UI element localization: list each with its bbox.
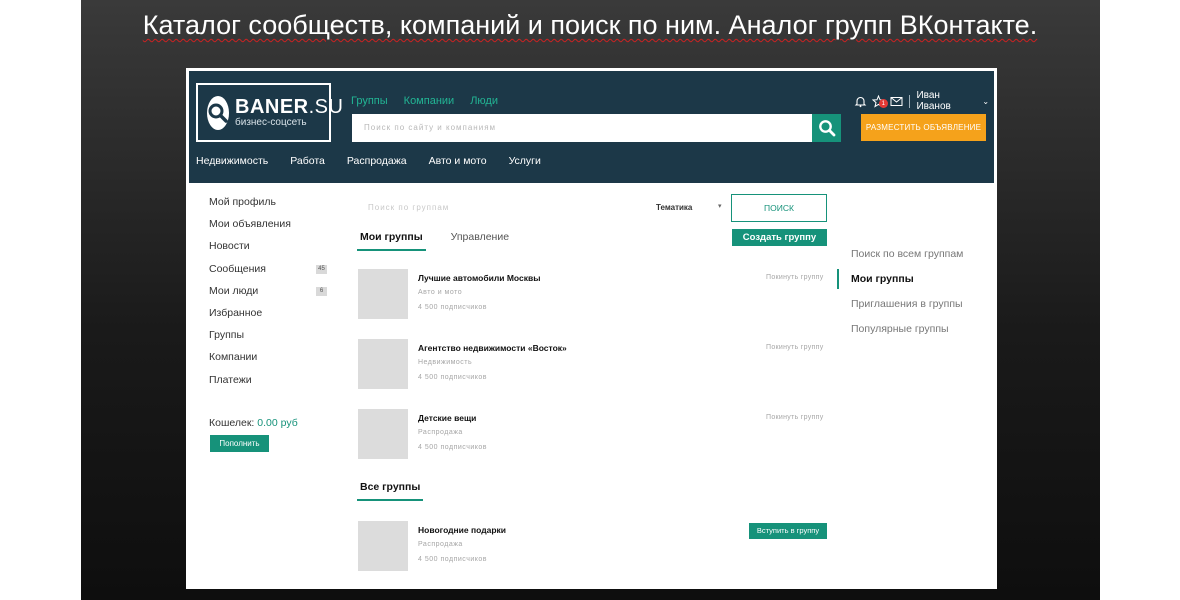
post-ad-button[interactable]: РАЗМЕСТИТЬ ОБЪЯВЛЕНИЕ xyxy=(861,114,986,141)
group-category: Авто и мото xyxy=(418,289,463,296)
site-screenshot: BANER.SU бизнес-соцсеть Группы Компании … xyxy=(186,68,997,589)
group-subscribers: 4 500 подписчиков xyxy=(418,556,488,563)
group-name[interactable]: Детские вещи xyxy=(418,413,476,423)
slide-title: Каталог сообществ, компаний и поиск по н… xyxy=(142,10,1038,40)
category-real-estate[interactable]: Недвижимость xyxy=(196,155,268,167)
group-avatar[interactable] xyxy=(358,409,408,459)
category-nav: Недвижимость Работа Распродажа Авто и мо… xyxy=(196,155,541,167)
category-auto[interactable]: Авто и мото xyxy=(429,155,487,167)
all-groups-heading: Все группы xyxy=(357,481,424,501)
divider xyxy=(909,94,911,108)
group-subscribers: 4 500 подписчиков xyxy=(418,304,488,311)
create-group-button[interactable]: Создать группу xyxy=(732,229,827,246)
rnav-popular[interactable]: Популярные группы xyxy=(839,323,987,348)
logo-brand: BANER.SU xyxy=(235,95,344,118)
group-search-input[interactable]: Поиск по группам xyxy=(368,203,449,212)
topic-select[interactable]: Тематика xyxy=(656,203,692,212)
site-search-input[interactable]: Поиск по сайту и компаниям xyxy=(352,114,812,142)
category-jobs[interactable]: Работа xyxy=(290,155,325,167)
group-card[interactable]: Агентство недвижимости «Восток» Недвижим… xyxy=(358,339,828,389)
leave-group-link[interactable]: Покинуть группу xyxy=(766,274,824,281)
sidebar-item-groups[interactable]: Группы xyxy=(209,329,334,351)
search-button[interactable] xyxy=(812,114,841,142)
sidebar-item-favorites[interactable]: Избранное xyxy=(209,307,334,329)
rnav-my-groups[interactable]: Мои группы xyxy=(837,269,987,298)
mail-icon[interactable] xyxy=(890,94,904,108)
wallet-amount: 0.00 руб xyxy=(257,417,298,429)
leave-group-link[interactable]: Покинуть группу xyxy=(766,344,824,351)
chevron-down-icon[interactable]: ⌄ xyxy=(982,97,989,106)
top-nav-companies[interactable]: Компании xyxy=(404,95,455,107)
group-card[interactable]: Новогодние подарки Распродажа 4 500 подп… xyxy=(358,521,828,571)
groups-right-nav: Поиск по всем группам Мои группы Приглаш… xyxy=(837,248,987,348)
rnav-search-all[interactable]: Поиск по всем группам xyxy=(839,248,987,273)
bell-icon[interactable] xyxy=(854,94,868,108)
sidebar-item-news[interactable]: Новости xyxy=(209,240,334,262)
sidebar-item-my-people[interactable]: Мои люди 6 xyxy=(209,285,334,307)
group-avatar[interactable] xyxy=(358,521,408,571)
group-card[interactable]: Лучшие автомобили Москвы Авто и мото 4 5… xyxy=(358,269,828,319)
group-name[interactable]: Агентство недвижимости «Восток» xyxy=(418,343,567,353)
rnav-invitations[interactable]: Приглашения в группы xyxy=(839,298,987,323)
tab-manage[interactable]: Управление xyxy=(451,231,509,251)
sidebar-item-my-ads[interactable]: Мои объявления xyxy=(209,218,334,240)
wallet-balance: Кошелек: 0.00 руб xyxy=(209,417,298,429)
site-logo[interactable]: BANER.SU бизнес-соцсеть xyxy=(196,83,343,142)
topup-button[interactable]: Пополнить xyxy=(210,435,269,452)
group-category: Распродажа xyxy=(418,541,463,548)
category-sale[interactable]: Распродажа xyxy=(347,155,407,167)
tab-my-groups[interactable]: Мои группы xyxy=(357,231,426,251)
sidebar-item-messages[interactable]: Сообщения 45 xyxy=(209,263,334,285)
group-name[interactable]: Новогодние подарки xyxy=(418,525,506,535)
site-header: BANER.SU бизнес-соцсеть Группы Компании … xyxy=(189,71,994,183)
user-bar: 1 Иван Иванов ⌄ xyxy=(854,90,989,112)
leave-group-link[interactable]: Покинуть группу xyxy=(766,414,824,421)
chevron-down-icon[interactable]: ▾ xyxy=(718,202,722,210)
group-tabs: Мои группы Управление xyxy=(357,231,509,251)
user-name[interactable]: Иван Иванов xyxy=(916,90,976,112)
top-nav: Группы Компании Люди xyxy=(351,95,498,107)
sidebar-item-companies[interactable]: Компании xyxy=(209,351,334,373)
group-card[interactable]: Детские вещи Распродажа 4 500 подписчико… xyxy=(358,409,828,459)
magnifier-logo-icon xyxy=(207,95,229,130)
group-subscribers: 4 500 подписчиков xyxy=(418,444,488,451)
search-icon xyxy=(818,120,835,137)
join-group-button[interactable]: Вступить в группу xyxy=(749,523,827,539)
group-avatar[interactable] xyxy=(358,269,408,319)
top-nav-groups[interactable]: Группы xyxy=(351,95,388,107)
star-icon[interactable]: 1 xyxy=(872,94,888,108)
messages-count-badge: 45 xyxy=(316,264,327,274)
group-avatar[interactable] xyxy=(358,339,408,389)
group-name[interactable]: Лучшие автомобили Москвы xyxy=(418,273,540,283)
star-badge: 1 xyxy=(878,99,888,108)
group-subscribers: 4 500 подписчиков xyxy=(418,374,488,381)
group-category: Распродажа xyxy=(418,429,463,436)
find-button[interactable]: ПОИСК xyxy=(731,194,827,222)
top-nav-people[interactable]: Люди xyxy=(470,95,498,107)
category-services[interactable]: Услуги xyxy=(509,155,541,167)
group-category: Недвижимость xyxy=(418,359,473,366)
logo-tagline: бизнес-соцсеть xyxy=(235,116,307,128)
logo-text: BANER.SU бизнес-соцсеть xyxy=(235,97,343,129)
sidebar-item-profile[interactable]: Мой профиль xyxy=(209,196,334,218)
people-count-badge: 6 xyxy=(316,286,327,296)
sidebar: Мой профиль Мои объявления Новости Сообщ… xyxy=(209,196,334,396)
sidebar-item-payments[interactable]: Платежи xyxy=(209,374,334,396)
